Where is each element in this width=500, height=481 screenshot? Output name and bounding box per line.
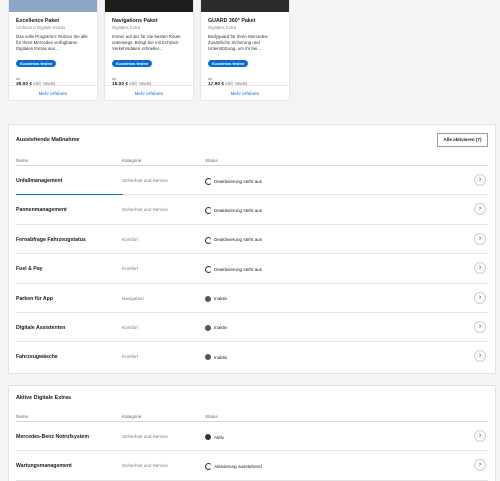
card-image [105, 0, 193, 12]
pending-icon [205, 178, 212, 185]
price-prefix: ab [208, 76, 213, 81]
row-name: Unfallmanagement [16, 178, 63, 184]
row-status: Inaktiv [205, 295, 227, 302]
row-category: Komfort [122, 354, 139, 360]
header-name: Name [16, 158, 29, 163]
card-description: Immer auf der für Sie besten Route unter… [112, 34, 181, 51]
row-category: Komfort [122, 266, 139, 272]
card-image [201, 0, 289, 12]
card-navigations-paket[interactable]: Navigations Paket Digitales Extra Immer … [105, 0, 193, 100]
row-category: Komfort [122, 324, 139, 330]
header-category: Kategorie [122, 158, 142, 163]
row-name: Mercedes-Benz Notrufsystem [16, 434, 89, 440]
header-name: Name [16, 414, 29, 419]
activate-all-button[interactable]: Alle aktivieren (7) [437, 133, 488, 147]
active-rows: Mercedes-Benz Notrufsystem Sicherheit un… [16, 422, 488, 481]
row-category: Komfort [122, 236, 139, 242]
row-name: Fuel & Pay [16, 266, 43, 273]
table-header: Name Kategorie Status [16, 157, 488, 166]
pending-rows: Unfallmanagement Sicherheit und Service … [16, 166, 488, 372]
header-category: Kategorie [122, 414, 142, 419]
row-category: Sicherheit und Service [122, 207, 168, 213]
active-extras-panel: Aktive Digitale Extras Name Kategorie St… [9, 386, 495, 481]
chevron-right-icon[interactable]: › [474, 320, 486, 333]
table-row[interactable]: Fernabfrage Fahrzeugstatus Komfort Deakt… [16, 225, 488, 255]
card-subtitle: Umfasst 6 Digitale Extras [16, 25, 66, 30]
card-subtitle: Digitales Extra [208, 25, 237, 30]
card-excellence-paket[interactable]: Excellence Paket Umfasst 6 Digitale Extr… [9, 0, 97, 100]
row-category: Sicherheit und Service [122, 434, 168, 439]
card-description: Das volle Programm: Nutzen Sie alle für … [16, 34, 88, 51]
header-status: Status [205, 158, 218, 163]
pending-icon [205, 463, 212, 471]
row-status: Deaktivierung steht aus [205, 178, 262, 185]
row-status: Deaktivierung steht aus [205, 266, 262, 274]
pending-icon [205, 207, 212, 215]
row-status: Inaktiv [205, 324, 227, 331]
inactive-icon [205, 354, 211, 361]
row-status: Aktiv [205, 434, 224, 440]
pending-actions-panel: Ausstehende Maßnahme Alle aktivieren (7)… [9, 125, 495, 373]
more-info-link[interactable]: Mehr erfahren [9, 85, 97, 100]
chevron-right-icon[interactable]: › [474, 174, 486, 186]
row-status: Deaktivierung steht aus [205, 236, 262, 244]
table-row[interactable]: Unfallmanagement Sicherheit und Service … [16, 166, 488, 196]
product-cards: Excellence Paket Umfasst 6 Digitale Extr… [9, 0, 289, 100]
chevron-right-icon[interactable]: › [474, 350, 486, 363]
row-name: Fahrzeugwäsche [16, 354, 58, 361]
card-guard-360-paket[interactable]: GUARD 360° Paket Digitales Extra Bodygua… [201, 0, 289, 100]
table-header: Name Kategorie Status [16, 413, 488, 422]
chevron-right-icon[interactable]: › [474, 459, 486, 472]
table-row[interactable]: Parken für App Navigation Inaktiv › [16, 284, 488, 313]
more-info-link[interactable]: Mehr erfahren [105, 85, 193, 100]
panel-title: Aktive Digitale Extras [16, 395, 72, 401]
inactive-icon [205, 324, 211, 331]
chevron-right-icon[interactable]: › [474, 262, 486, 275]
trial-badge: Kostenlos testen [16, 60, 57, 67]
chevron-right-icon[interactable]: › [474, 291, 486, 304]
row-status: Inaktiv [205, 354, 227, 361]
row-category: Sicherheit und Service [122, 178, 168, 183]
pending-icon [205, 236, 212, 244]
table-row[interactable]: Wartungsmanagement Sicherheit und Servic… [16, 451, 488, 481]
card-title: Navigations Paket [112, 18, 158, 24]
inactive-icon [205, 295, 211, 302]
table-row[interactable]: Fuel & Pay Komfort Deaktivierung steht a… [16, 254, 488, 284]
table-row[interactable]: Digitale Assistenten Komfort Inaktiv › [16, 313, 488, 343]
more-info-link[interactable]: Mehr erfahren [201, 85, 289, 100]
page: Excellence Paket Umfasst 6 Digitale Extr… [0, 0, 500, 481]
pending-icon [205, 266, 212, 274]
table-row[interactable]: Fahrzeugwäsche Komfort Inaktiv › [16, 342, 488, 371]
row-category: Navigation [122, 295, 144, 301]
chevron-right-icon[interactable]: › [474, 203, 486, 216]
trial-badge: Kostenlos testen [112, 60, 153, 67]
table-row[interactable]: Pannenmanagement Sicherheit und Service … [16, 195, 488, 225]
table-row[interactable]: Mercedes-Benz Notrufsystem Sicherheit un… [16, 422, 488, 452]
row-status: Deaktivierung steht aus [205, 207, 262, 215]
row-name: Pannenmanagement [16, 207, 67, 214]
header-status: Status [205, 414, 218, 419]
row-status: Aktivierung ausstehend [205, 463, 262, 471]
card-description: Bodyguard für Ihren Mercedes: Zusätzlich… [208, 34, 269, 51]
card-title: Excellence Paket [16, 18, 59, 24]
row-name: Parken für App [16, 295, 53, 302]
card-subtitle: Digitales Extra [112, 25, 141, 30]
chevron-right-icon[interactable]: › [474, 232, 486, 245]
chevron-right-icon[interactable]: › [474, 430, 486, 442]
trial-badge: Kostenlos testen [208, 60, 249, 67]
row-name: Wartungsmanagement [16, 463, 72, 470]
active-icon [205, 434, 211, 440]
panel-title: Ausstehende Maßnahme [16, 137, 80, 143]
card-image [9, 0, 97, 12]
row-name: Fernabfrage Fahrzeugstatus [16, 236, 86, 243]
price-prefix: ab [16, 76, 21, 81]
card-title: GUARD 360° Paket [208, 18, 256, 24]
row-category: Sicherheit und Service [122, 463, 168, 469]
row-name: Digitale Assistenten [16, 324, 66, 331]
price-prefix: ab [112, 76, 117, 81]
